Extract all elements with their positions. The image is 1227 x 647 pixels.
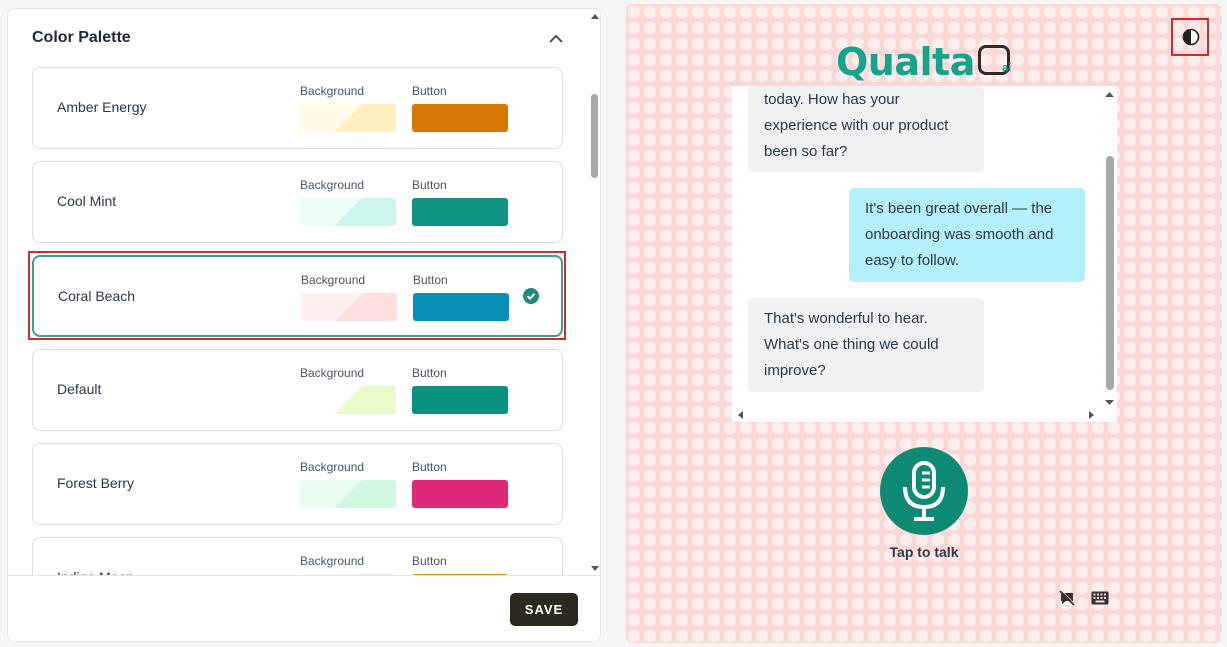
contrast-toggle-button[interactable] bbox=[1171, 18, 1209, 56]
button-label: Button bbox=[412, 366, 447, 380]
background-swatch bbox=[300, 386, 396, 414]
button-swatch bbox=[412, 386, 508, 414]
button-swatch bbox=[412, 480, 508, 508]
keyboard-icon[interactable] bbox=[1091, 591, 1109, 605]
background-label: Background bbox=[300, 84, 365, 98]
button-swatch bbox=[412, 104, 508, 132]
tap-to-talk-label: Tap to talk bbox=[889, 544, 959, 560]
background-label: Background bbox=[300, 554, 365, 568]
background-swatch bbox=[300, 198, 396, 226]
palette-name: Amber Energy bbox=[57, 99, 147, 115]
palette-option[interactable]: Indigo MoonBackgroundButton bbox=[32, 537, 563, 575]
message-bot: That's wonderful to hear. What's one thi… bbox=[748, 298, 984, 392]
chat-scrollbar[interactable] bbox=[1102, 86, 1117, 408]
button-label: Button bbox=[412, 84, 447, 98]
chat-off-icon[interactable] bbox=[1058, 589, 1076, 607]
background-label: Background bbox=[300, 178, 365, 192]
chevron-up-icon[interactable] bbox=[546, 29, 566, 49]
button-swatch bbox=[412, 198, 508, 226]
chat-preview: Qualta ai today. How has your experience… bbox=[626, 4, 1222, 643]
button-label: Button bbox=[413, 273, 448, 287]
palette-option[interactable]: Coral Beach Background Button bbox=[32, 255, 563, 337]
palette-scrollbar[interactable] bbox=[588, 9, 600, 575]
contrast-icon bbox=[1182, 28, 1200, 46]
chat-window[interactable]: today. How has your experience with our … bbox=[732, 86, 1117, 422]
message-bot: today. How has your experience with our … bbox=[748, 86, 984, 172]
button-label: Button bbox=[412, 460, 447, 474]
button-label: Button bbox=[412, 554, 447, 568]
check-circle-icon bbox=[523, 288, 539, 304]
scrollbar-thumb[interactable] bbox=[591, 94, 598, 178]
palette-name: Default bbox=[57, 381, 102, 397]
logo-text: Qualta bbox=[836, 40, 975, 84]
palette-name: Cool Mint bbox=[57, 193, 117, 209]
button-swatch bbox=[413, 293, 509, 321]
background-swatch bbox=[300, 480, 396, 508]
settings-panel: Color Palette Amber Energy Background Butt… bbox=[7, 8, 601, 642]
color-palette-header[interactable]: Color Palette bbox=[8, 9, 588, 67]
microphone-button[interactable] bbox=[880, 447, 968, 535]
background-label: Background bbox=[300, 366, 365, 380]
palette-list: Amber Energy Background Button Cool Mint Bac… bbox=[8, 67, 588, 575]
microphone-icon bbox=[903, 461, 945, 521]
palette-name: Coral Beach bbox=[58, 288, 136, 304]
message-user: It's been great overall — the onboarding… bbox=[849, 188, 1085, 282]
background-label: Background bbox=[301, 273, 366, 287]
background-swatch bbox=[300, 104, 396, 132]
palette-name: Forest Berry bbox=[57, 475, 135, 491]
save-button[interactable]: SAVE bbox=[510, 593, 578, 626]
background-swatch bbox=[301, 293, 397, 321]
logo-ai: ai bbox=[1002, 62, 1012, 74]
palette-option[interactable]: Cool Mint Background Button bbox=[32, 161, 563, 243]
scrollbar-thumb[interactable] bbox=[1106, 156, 1114, 390]
button-label: Button bbox=[412, 178, 447, 192]
palette-option[interactable]: Forest Berry Background Button bbox=[32, 443, 563, 525]
section-title: Color Palette bbox=[32, 29, 131, 46]
palette-option[interactable]: Amber Energy Background Button bbox=[32, 67, 563, 149]
panel-footer: SAVE bbox=[8, 575, 600, 641]
palette-option[interactable]: Default Background Button bbox=[32, 349, 563, 431]
chat-horizontal-scrollbar[interactable] bbox=[732, 408, 1102, 422]
background-label: Background bbox=[300, 460, 365, 474]
